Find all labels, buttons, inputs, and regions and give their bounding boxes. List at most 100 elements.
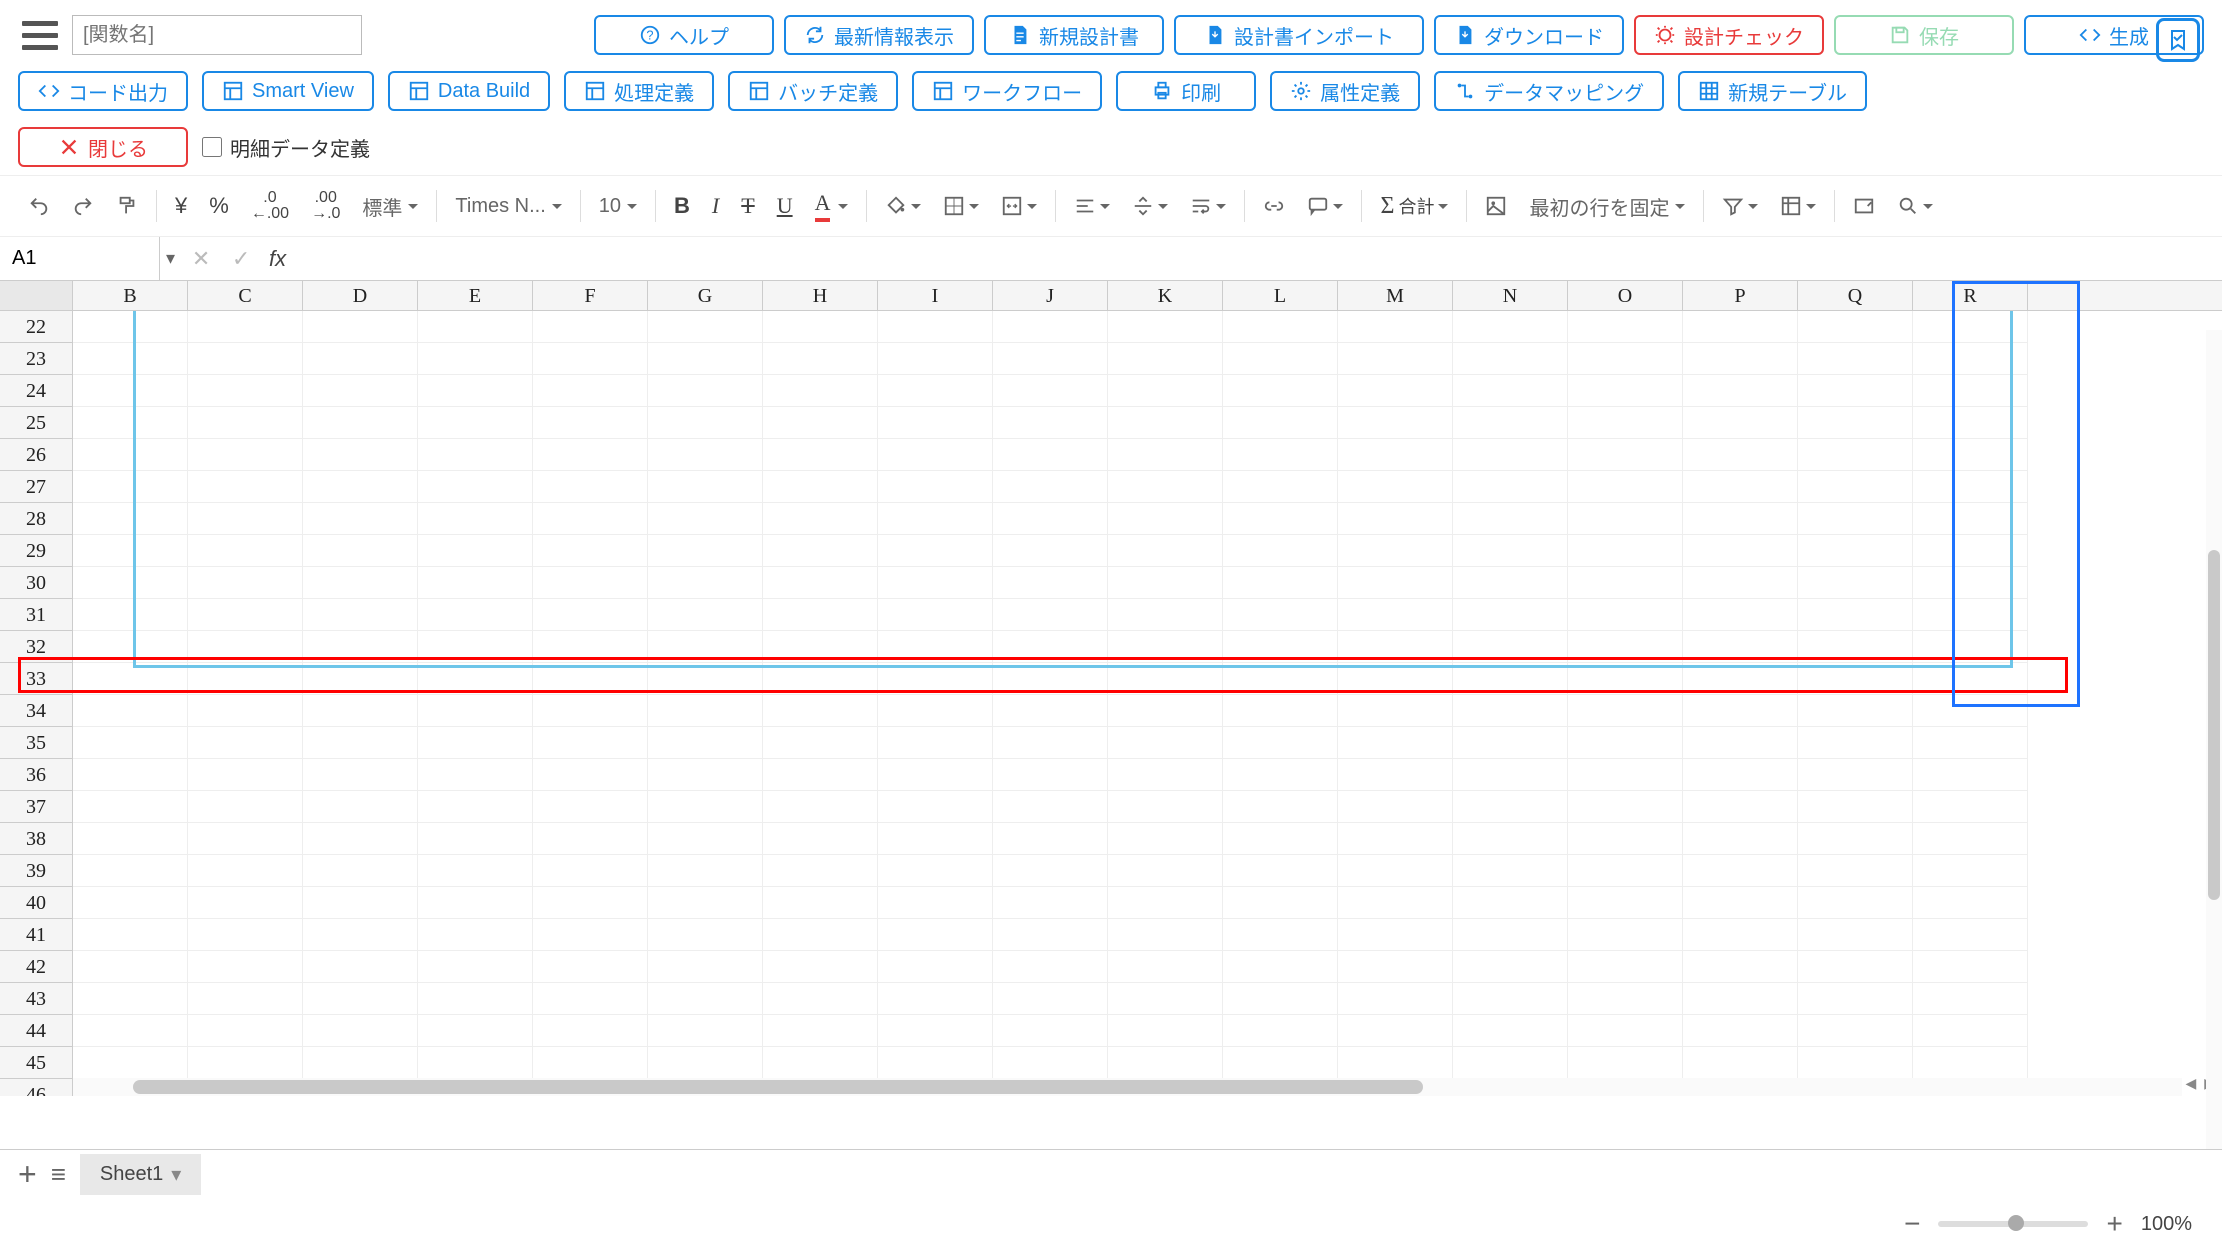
cell[interactable] <box>993 1047 1108 1079</box>
cell[interactable] <box>418 471 533 503</box>
cell[interactable] <box>878 375 993 407</box>
cell[interactable] <box>1338 919 1453 951</box>
cell[interactable] <box>648 1015 763 1047</box>
cell[interactable] <box>763 919 878 951</box>
cell[interactable] <box>1108 919 1223 951</box>
cell[interactable] <box>993 983 1108 1015</box>
cell[interactable] <box>993 663 1108 695</box>
cell[interactable] <box>303 1047 418 1079</box>
cell[interactable] <box>1798 567 1913 599</box>
cell[interactable] <box>1568 983 1683 1015</box>
cell[interactable] <box>1453 311 1568 343</box>
cell[interactable] <box>1913 535 2028 567</box>
cell[interactable] <box>1683 919 1798 951</box>
col-header-M[interactable]: M <box>1338 281 1453 310</box>
cell[interactable] <box>303 375 418 407</box>
cell[interactable] <box>1913 631 2028 663</box>
cell[interactable] <box>1798 631 1913 663</box>
cell[interactable] <box>1223 535 1338 567</box>
cell[interactable] <box>878 919 993 951</box>
cell[interactable] <box>648 983 763 1015</box>
cell[interactable] <box>418 791 533 823</box>
cell[interactable] <box>1913 471 2028 503</box>
cell[interactable] <box>533 535 648 567</box>
cell[interactable] <box>763 311 878 343</box>
cell[interactable] <box>993 375 1108 407</box>
cell[interactable] <box>533 727 648 759</box>
cell[interactable] <box>1683 567 1798 599</box>
cell[interactable] <box>1913 375 2028 407</box>
cell[interactable] <box>1568 1047 1683 1079</box>
cell[interactable] <box>1223 631 1338 663</box>
cell[interactable] <box>1798 919 1913 951</box>
cell[interactable] <box>1108 631 1223 663</box>
cell[interactable] <box>1798 375 1913 407</box>
cell[interactable] <box>878 567 993 599</box>
fx-cancel-button[interactable]: ✕ <box>181 246 221 272</box>
format-painter-button[interactable] <box>106 189 148 223</box>
cell[interactable] <box>1913 1047 2028 1079</box>
cell[interactable] <box>648 951 763 983</box>
cell[interactable] <box>188 855 303 887</box>
row-header-34[interactable]: 34 <box>0 695 72 727</box>
cell[interactable] <box>73 535 188 567</box>
comment-button[interactable] <box>1297 189 1353 223</box>
cell[interactable] <box>1798 1047 1913 1079</box>
style-dropdown[interactable]: 標準 <box>352 188 428 225</box>
batch-def-button[interactable]: バッチ定義 <box>728 71 898 111</box>
cell[interactable] <box>1913 695 2028 727</box>
col-header-K[interactable]: K <box>1108 281 1223 310</box>
cell[interactable] <box>1798 663 1913 695</box>
cell[interactable] <box>73 919 188 951</box>
cell[interactable] <box>763 439 878 471</box>
cell[interactable] <box>73 375 188 407</box>
cell[interactable] <box>1568 503 1683 535</box>
cell[interactable] <box>1338 439 1453 471</box>
cell[interactable] <box>303 343 418 375</box>
cell[interactable] <box>73 823 188 855</box>
cell[interactable] <box>418 503 533 535</box>
cell[interactable] <box>1223 503 1338 535</box>
cell-reference-input[interactable] <box>0 237 160 280</box>
cell[interactable] <box>1338 503 1453 535</box>
cell[interactable] <box>648 503 763 535</box>
cell[interactable] <box>1453 983 1568 1015</box>
cell[interactable] <box>993 439 1108 471</box>
cell[interactable] <box>878 311 993 343</box>
cell[interactable] <box>648 759 763 791</box>
cell[interactable] <box>418 951 533 983</box>
cell[interactable] <box>648 887 763 919</box>
cell[interactable] <box>73 503 188 535</box>
horizontal-scrollbar[interactable] <box>73 1078 2182 1096</box>
cell[interactable] <box>878 855 993 887</box>
row-header-39[interactable]: 39 <box>0 855 72 887</box>
italic-button[interactable]: I <box>702 187 729 225</box>
cell[interactable] <box>1223 791 1338 823</box>
cell[interactable] <box>73 1047 188 1079</box>
cell[interactable] <box>993 311 1108 343</box>
cell[interactable] <box>73 311 188 343</box>
cell[interactable] <box>418 439 533 471</box>
new-table-button[interactable]: 新規テーブル <box>1678 71 1867 111</box>
cell[interactable] <box>418 1015 533 1047</box>
cell[interactable] <box>73 1015 188 1047</box>
cell[interactable] <box>648 599 763 631</box>
download-button[interactable]: ダウンロード <box>1434 15 1624 55</box>
cell[interactable] <box>763 631 878 663</box>
cell[interactable] <box>533 407 648 439</box>
cell[interactable] <box>303 695 418 727</box>
cell[interactable] <box>1223 599 1338 631</box>
cell[interactable] <box>303 663 418 695</box>
cell[interactable] <box>878 439 993 471</box>
row-header-35[interactable]: 35 <box>0 727 72 759</box>
cell[interactable] <box>1223 407 1338 439</box>
cell[interactable] <box>763 1015 878 1047</box>
cell[interactable] <box>188 471 303 503</box>
cell[interactable] <box>993 759 1108 791</box>
percent-button[interactable]: % <box>199 187 239 225</box>
cell[interactable] <box>1683 599 1798 631</box>
cell[interactable] <box>878 791 993 823</box>
cell[interactable] <box>878 695 993 727</box>
cell[interactable] <box>1453 1015 1568 1047</box>
row-header-26[interactable]: 26 <box>0 439 72 471</box>
